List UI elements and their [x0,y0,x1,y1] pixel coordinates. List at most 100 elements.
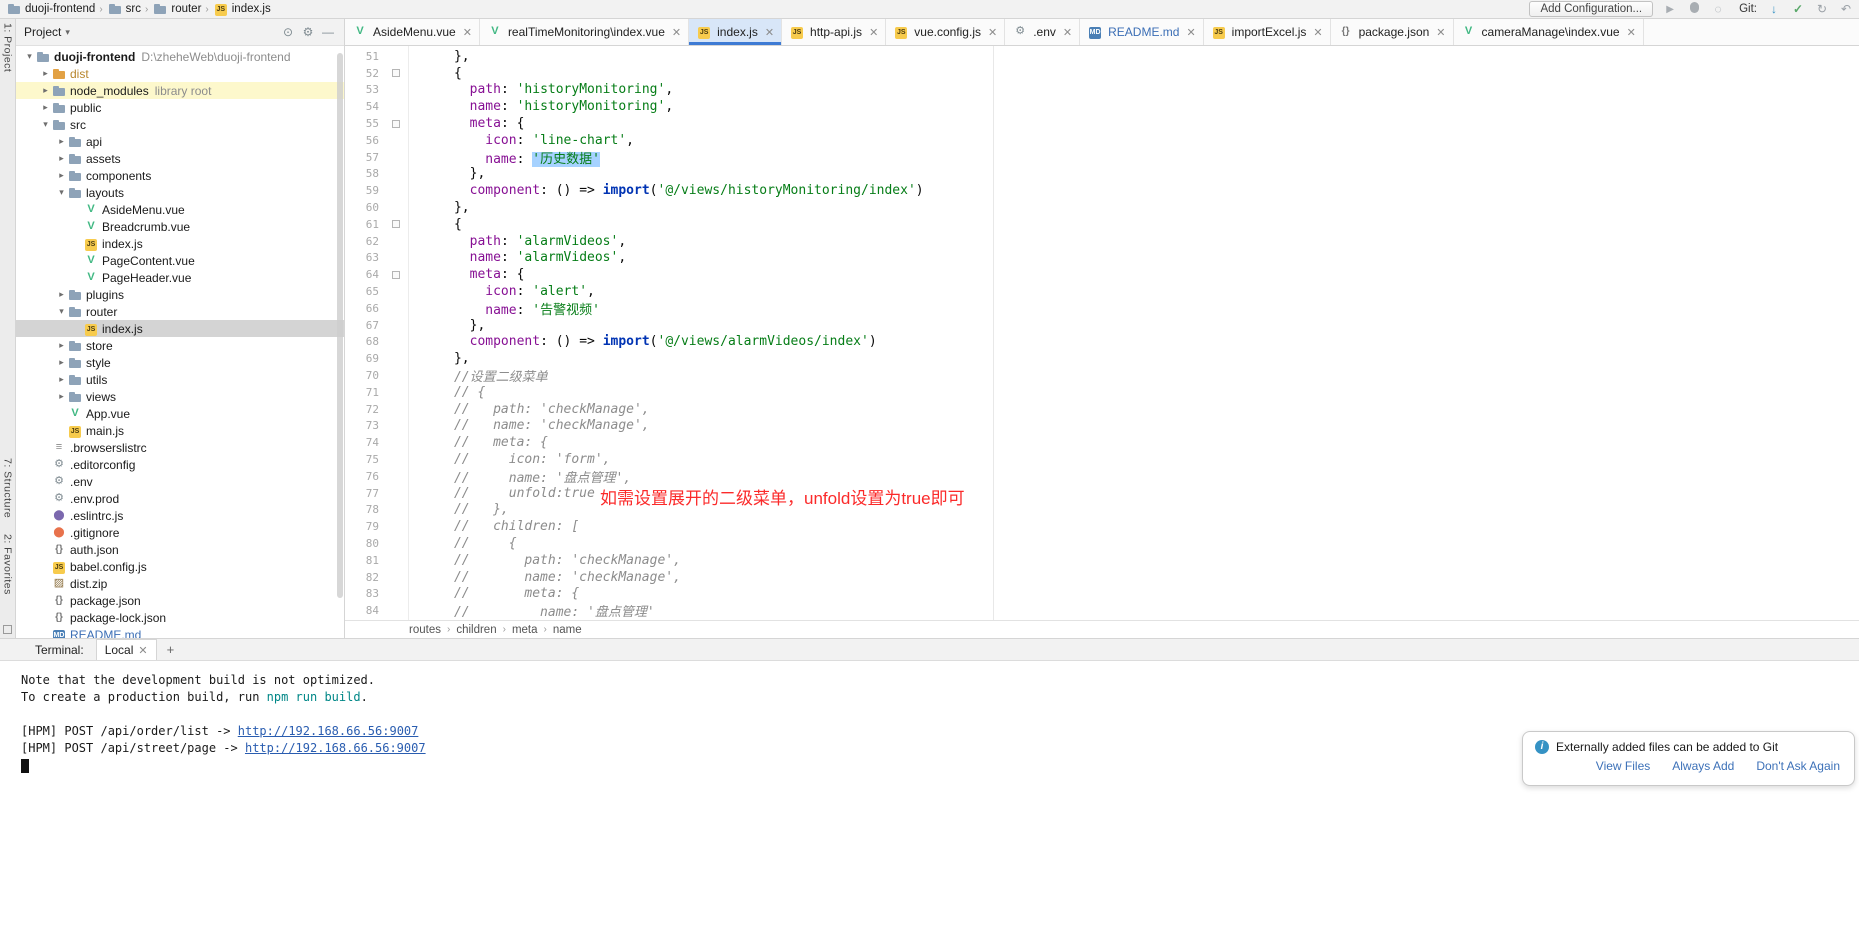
editor-tab[interactable]: {}package.json✕ [1331,19,1454,45]
tree-item[interactable]: MDREADME.md [16,626,344,638]
code-text[interactable]: meta: { [407,116,1859,131]
terminal-tab-local[interactable]: Local ✕ [96,639,157,660]
code-line[interactable]: 81 // path: 'checkManage', [345,552,1859,569]
chevron-down-icon[interactable]: ▾ [24,51,35,62]
code-text[interactable]: component: () => import('@/views/history… [407,183,1859,198]
code-line[interactable]: 73 // name: 'checkManage', [345,418,1859,435]
tree-item[interactable]: ▾layouts [16,184,344,201]
chevron-right-icon[interactable]: ▸ [56,153,67,164]
terminal-link[interactable]: http://192.168.66.56:9007 [245,741,426,755]
run-icon[interactable]: ▶ [1663,4,1677,15]
always-add-link[interactable]: Always Add [1672,759,1734,773]
editor-tab[interactable]: ⚙.env✕ [1005,19,1080,45]
code-text[interactable]: }, [407,318,1859,333]
dont-ask-again-link[interactable]: Don't Ask Again [1756,759,1840,773]
tree-item[interactable]: ⚙.env.prod [16,490,344,507]
fold-gutter[interactable] [385,69,407,77]
code-line[interactable]: 55 meta: { [345,115,1859,132]
debug-icon[interactable] [1687,2,1701,16]
code-text[interactable]: { [407,66,1859,81]
code-line[interactable]: 51 }, [345,48,1859,65]
tree-item[interactable]: JSindex.js [16,320,344,337]
code-text[interactable]: meta: { [407,267,1859,282]
breadcrumb-item[interactable]: duoji-frontend [6,1,95,17]
close-icon[interactable]: ✕ [1186,26,1195,39]
tree-item[interactable]: VApp.vue [16,405,344,422]
locate-file-icon[interactable]: ⊙ [280,25,296,39]
tree-item[interactable]: ⬤.eslintrc.js [16,507,344,524]
code-line[interactable]: 70 //设置二级菜单 [345,367,1859,384]
chevron-right-icon[interactable]: ▸ [56,289,67,300]
terminal-link[interactable]: http://192.168.66.56:9007 [238,724,419,738]
breadcrumb-item[interactable]: JSindex.js [213,1,271,17]
editor-tab[interactable]: JShttp-api.js✕ [782,19,886,45]
code-text[interactable]: path: 'historyMonitoring', [407,82,1859,97]
profile-icon[interactable]: ◌ [1711,2,1725,16]
code-text[interactable]: // children: [ [407,519,1859,534]
tree-item[interactable]: JSbabel.config.js [16,558,344,575]
code-line[interactable]: 77 // unfold:true [345,485,1859,502]
fold-marker-icon[interactable] [392,220,400,228]
chevron-right-icon[interactable]: ▸ [56,374,67,385]
code-line[interactable]: 78 // }, [345,502,1859,519]
code-text[interactable]: // meta: { [407,435,1859,450]
tree-item[interactable]: ▸public [16,99,344,116]
fold-gutter[interactable] [385,120,407,128]
editor-tab[interactable]: VAsideMenu.vue✕ [345,19,480,45]
fold-gutter[interactable] [385,220,407,228]
code-line[interactable]: 80 // { [345,535,1859,552]
tool-button-favorites[interactable]: 2: Favorites [2,534,14,595]
code-text[interactable]: }, [407,49,1859,64]
code-line[interactable]: 52 { [345,65,1859,82]
code-breadcrumb-item[interactable]: meta [512,624,538,636]
tree-item[interactable]: {}package.json [16,592,344,609]
code-text[interactable]: icon: 'alert', [407,284,1859,299]
tree-item[interactable]: ⬤.gitignore [16,524,344,541]
code-text[interactable]: // { [407,536,1859,551]
code-line[interactable]: 76 // name: '盘点管理', [345,468,1859,485]
editor-tab[interactable]: JSimportExcel.js✕ [1204,19,1331,45]
code-text[interactable]: }, [407,166,1859,181]
code-line[interactable]: 84 // name: '盘点管理' [345,602,1859,619]
tree-item[interactable]: ▸utils [16,371,344,388]
tree-item[interactable]: VPageHeader.vue [16,269,344,286]
chevron-down-icon[interactable]: ▾ [56,306,67,317]
code-line[interactable]: 68 component: () => import('@/views/alar… [345,334,1859,351]
close-icon[interactable]: ✕ [1313,26,1322,39]
close-icon[interactable]: ✕ [463,26,472,39]
editor-body[interactable]: 51 },52 {53 path: 'historyMonitoring',54… [345,46,1859,620]
code-line[interactable]: 71 // { [345,384,1859,401]
code-text[interactable]: name: 'alarmVideos', [407,250,1859,265]
fold-marker-icon[interactable] [392,271,400,279]
gear-icon[interactable]: ⚙ [300,25,316,39]
code-breadcrumb-item[interactable]: children [456,624,496,636]
new-terminal-icon[interactable]: + [159,639,183,660]
code-text[interactable]: // { [407,385,1859,400]
fold-marker-icon[interactable] [392,69,400,77]
fold-marker-icon[interactable] [392,120,400,128]
code-text[interactable]: icon: 'line-chart', [407,133,1859,148]
add-configuration-button[interactable]: Add Configuration... [1529,1,1653,17]
code-text[interactable]: { [407,217,1859,232]
code-text[interactable]: }, [407,351,1859,366]
code-text[interactable]: name: '告警视频' [407,299,1859,318]
tree-item[interactable]: ▾duoji-frontendD:\zheheWeb\duoji-fronten… [16,48,344,65]
view-files-link[interactable]: View Files [1596,759,1650,773]
code-text[interactable]: // meta: { [407,586,1859,601]
chevron-right-icon[interactable]: ▸ [56,340,67,351]
code-text[interactable]: path: 'alarmVideos', [407,234,1859,249]
breadcrumb-item[interactable]: router [152,1,201,17]
code-text[interactable]: name: 'historyMonitoring', [407,99,1859,114]
tree-item[interactable]: ▸api [16,133,344,150]
code-line[interactable]: 82 // name: 'checkManage', [345,569,1859,586]
code-line[interactable]: 56 icon: 'line-chart', [345,132,1859,149]
tool-button-structure[interactable]: 7: Structure [2,458,14,518]
project-scrollbar[interactable] [337,53,343,598]
close-icon[interactable]: ✕ [988,26,997,39]
code-line[interactable]: 69 }, [345,350,1859,367]
code-text[interactable]: // icon: 'form', [407,452,1859,467]
code-line[interactable]: 61 { [345,216,1859,233]
close-icon[interactable]: ✕ [1627,26,1636,39]
code-editor[interactable]: 51 },52 {53 path: 'historyMonitoring',54… [345,46,1859,619]
tree-item[interactable]: ≡.browserslistrc [16,439,344,456]
